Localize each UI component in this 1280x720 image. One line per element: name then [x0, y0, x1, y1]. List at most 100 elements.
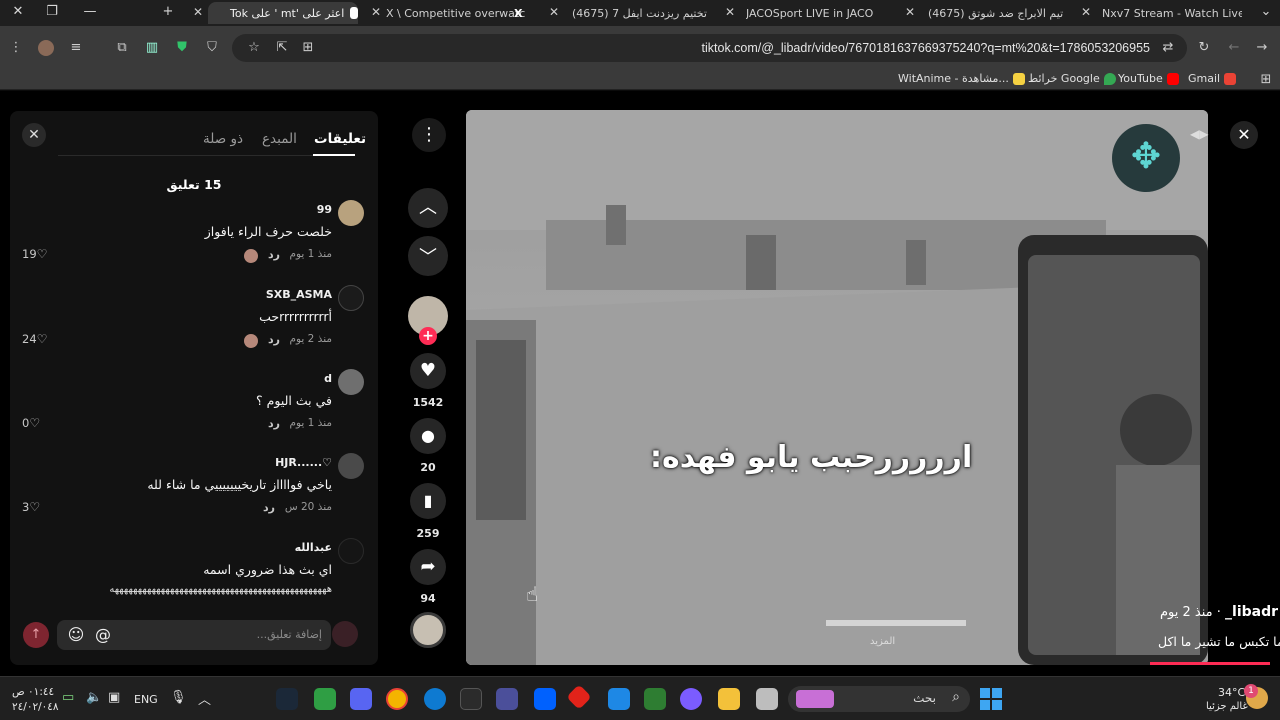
- mail-icon[interactable]: [608, 688, 630, 710]
- url-text[interactable]: tiktok.com/@_libadr/video/76701816376693…: [702, 41, 1150, 55]
- comment-username[interactable]: عبدالله: [295, 541, 332, 554]
- video-player[interactable]: [466, 110, 1208, 665]
- avatar[interactable]: [338, 369, 364, 395]
- bookmark-gmail[interactable]: Gmail: [1188, 72, 1237, 85]
- share-button[interactable]: ➦: [410, 549, 446, 585]
- minimize-window-icon[interactable]: —: [80, 4, 100, 19]
- reload-icon[interactable]: ↻: [1196, 40, 1212, 56]
- security-shield-icon[interactable]: ⛉: [204, 40, 220, 56]
- like-count[interactable]: 3♡: [22, 500, 40, 514]
- send-button[interactable]: ↑: [23, 622, 49, 648]
- tab-close-icon[interactable]: ✕: [1078, 4, 1094, 20]
- dropbox-icon[interactable]: [534, 688, 556, 710]
- translate-icon[interactable]: ⊞: [300, 40, 316, 56]
- discord-icon[interactable]: [350, 688, 372, 710]
- avatar[interactable]: [338, 285, 364, 311]
- tab-close-icon[interactable]: ✕: [902, 4, 918, 20]
- profile-avatar[interactable]: [38, 40, 54, 56]
- mention-icon[interactable]: @: [93, 625, 113, 645]
- clock-date[interactable]: ٢٤/٠٢/٠٤٨: [12, 701, 59, 713]
- extension-icon[interactable]: ▥: [144, 40, 160, 56]
- like-count[interactable]: 19♡: [22, 247, 47, 261]
- comment-username[interactable]: HJR......♡: [275, 456, 332, 469]
- previous-video-button[interactable]: ︿: [408, 188, 448, 228]
- file-explorer-icon[interactable]: [718, 688, 740, 710]
- tab-jacosport[interactable]: JACOSport LIVE in JACO -: [746, 2, 876, 24]
- tab-close-icon[interactable]: ✕: [722, 4, 738, 20]
- tab-close-icon[interactable]: ✕: [190, 4, 206, 20]
- media-control-icon[interactable]: ≡: [68, 40, 84, 56]
- like-button[interactable]: ♥: [410, 353, 446, 389]
- avatar[interactable]: [338, 200, 364, 226]
- tab-related[interactable]: ذو صلة: [203, 131, 243, 147]
- reply-button[interactable]: رد: [268, 248, 280, 261]
- follow-plus-icon[interactable]: +: [419, 327, 437, 345]
- clock-time[interactable]: ٠١:٤٤ ص: [12, 686, 54, 698]
- epic-games-icon[interactable]: [460, 688, 482, 710]
- microphone-icon[interactable]: 🎙: [170, 690, 187, 705]
- weather-desc[interactable]: غالم جزئيا: [1206, 701, 1248, 712]
- start-button[interactable]: [980, 688, 1002, 710]
- new-tab-icon[interactable]: +: [158, 4, 178, 19]
- battery-icon[interactable]: ▭: [62, 690, 74, 705]
- bookmark-maps[interactable]: خرائط Google: [1028, 72, 1116, 85]
- forward-icon[interactable]: ←: [1226, 40, 1242, 56]
- copilot-icon[interactable]: [680, 688, 702, 710]
- back-icon[interactable]: →: [1254, 40, 1270, 56]
- extensions-icon[interactable]: ⧉: [114, 40, 130, 56]
- reply-button[interactable]: رد: [268, 417, 280, 430]
- tab-towers[interactable]: (4675) تيم الابراج ضد شوتق: [928, 2, 1066, 24]
- comment-button[interactable]: ●: [410, 418, 446, 454]
- avatar[interactable]: [338, 453, 364, 479]
- comment-username[interactable]: d: [324, 372, 332, 385]
- like-count[interactable]: 24♡: [22, 332, 47, 346]
- chevron-up-icon[interactable]: ︿: [198, 689, 211, 708]
- taskbar-search[interactable]: بحث ⌕: [788, 686, 970, 712]
- edge-icon[interactable]: [424, 688, 446, 710]
- chrome-icon[interactable]: [386, 688, 408, 710]
- comment-username[interactable]: 99: [317, 203, 332, 216]
- restore-window-icon[interactable]: ❐: [42, 4, 62, 19]
- weather-temp[interactable]: 34°C: [1218, 686, 1245, 699]
- tab-resident-evil[interactable]: (4675) تختيم ريزدنت ايفل 7: [572, 2, 712, 24]
- tab-tiktok[interactable]: Tok على ' mt' اعثر على: [208, 2, 358, 24]
- app-icon[interactable]: [756, 688, 778, 710]
- emoji-icon[interactable]: ☺: [66, 625, 86, 645]
- menu-dots-icon[interactable]: ⋮: [8, 40, 24, 56]
- bookmark-witanime[interactable]: WitAnime - مشاهدة...: [898, 72, 1025, 85]
- close-icon[interactable]: ✕: [1230, 121, 1258, 149]
- bookmark-youtube[interactable]: YouTube: [1118, 72, 1179, 85]
- steam-icon[interactable]: [276, 688, 298, 710]
- volume-icon[interactable]: ◀▶: [1190, 127, 1208, 141]
- avatar[interactable]: [338, 538, 364, 564]
- site-settings-icon[interactable]: ⇄: [1160, 40, 1176, 56]
- tab-creator[interactable]: المبدع: [262, 131, 297, 147]
- video-author[interactable]: منذ 2 يوم · _libadr: [1160, 604, 1278, 620]
- more-link[interactable]: المزيد: [870, 636, 895, 647]
- network-icon[interactable]: ▣: [108, 690, 120, 705]
- tab-comments[interactable]: تعليقات: [314, 131, 366, 147]
- music-disc-icon[interactable]: [410, 612, 446, 648]
- volume-icon[interactable]: 🔈: [86, 690, 102, 705]
- bookmark-star-icon[interactable]: ☆: [246, 40, 262, 56]
- close-icon[interactable]: ✕: [22, 123, 46, 147]
- next-video-button[interactable]: ﹀: [408, 236, 448, 276]
- store-icon[interactable]: [644, 688, 666, 710]
- like-count[interactable]: 0♡: [22, 416, 40, 430]
- app-icon[interactable]: [314, 688, 336, 710]
- apps-grid-icon[interactable]: ⊞: [1258, 72, 1274, 88]
- tab-close-icon[interactable]: ✕: [368, 4, 384, 20]
- comment-username[interactable]: SXB_ASMA: [266, 288, 332, 301]
- shield-icon[interactable]: ⛊: [174, 40, 190, 56]
- app-icon[interactable]: [496, 688, 518, 710]
- tab-close-icon[interactable]: ✕: [546, 4, 562, 20]
- video-progress-bar[interactable]: [1150, 662, 1270, 665]
- language-indicator[interactable]: ENG: [134, 693, 158, 706]
- tab-nxv7[interactable]: Nxv7 Stream - Watch Live: [1102, 2, 1242, 24]
- live-badge-icon[interactable]: ✥: [1112, 124, 1180, 192]
- share-icon[interactable]: ⇱: [274, 40, 290, 56]
- save-button[interactable]: ▮: [410, 483, 446, 519]
- more-options-icon[interactable]: ⋮: [412, 118, 446, 152]
- reply-button[interactable]: رد: [268, 333, 280, 346]
- chevron-down-icon[interactable]: ⌄: [1256, 4, 1276, 19]
